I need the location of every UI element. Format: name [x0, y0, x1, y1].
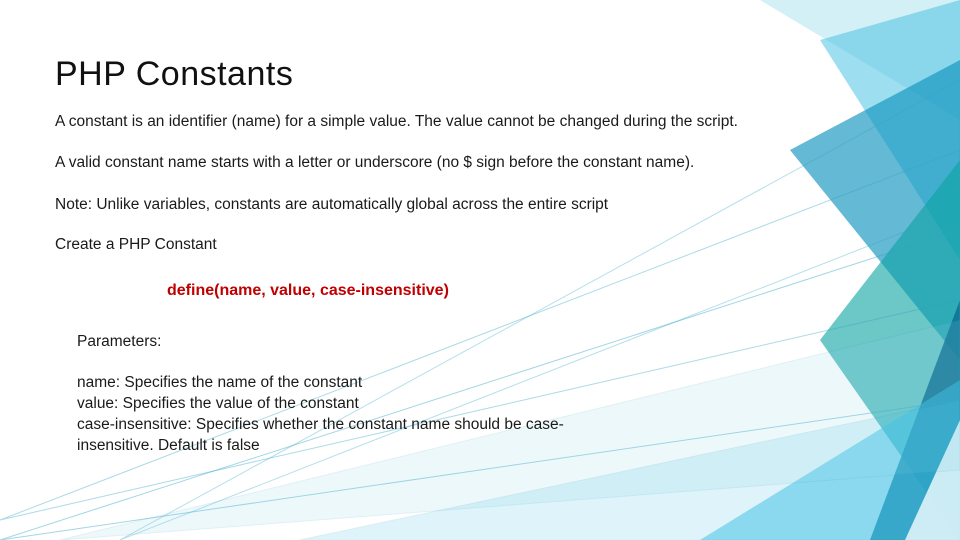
paragraph-note: Note: Unlike variables, constants are au… — [55, 195, 825, 214]
paragraph-naming-rule: A valid constant name starts with a lett… — [55, 153, 825, 172]
param-line: name: Specifies the name of the constant — [77, 373, 597, 394]
slide-content: PHP Constants A constant is an identifie… — [0, 0, 960, 540]
paragraph-definition: A constant is an identifier (name) for a… — [55, 112, 825, 131]
slide-title: PHP Constants — [55, 55, 890, 94]
param-line: case-insensitive: Specifies whether the … — [77, 415, 597, 457]
parameters-heading: Parameters: — [77, 332, 597, 353]
param-line: value: Specifies the value of the consta… — [77, 394, 597, 415]
subheading-create: Create a PHP Constant — [55, 236, 890, 254]
code-syntax: define(name, value, case-insensitive) — [167, 282, 890, 300]
parameters-block: Parameters: name: Specifies the name of … — [77, 332, 597, 457]
